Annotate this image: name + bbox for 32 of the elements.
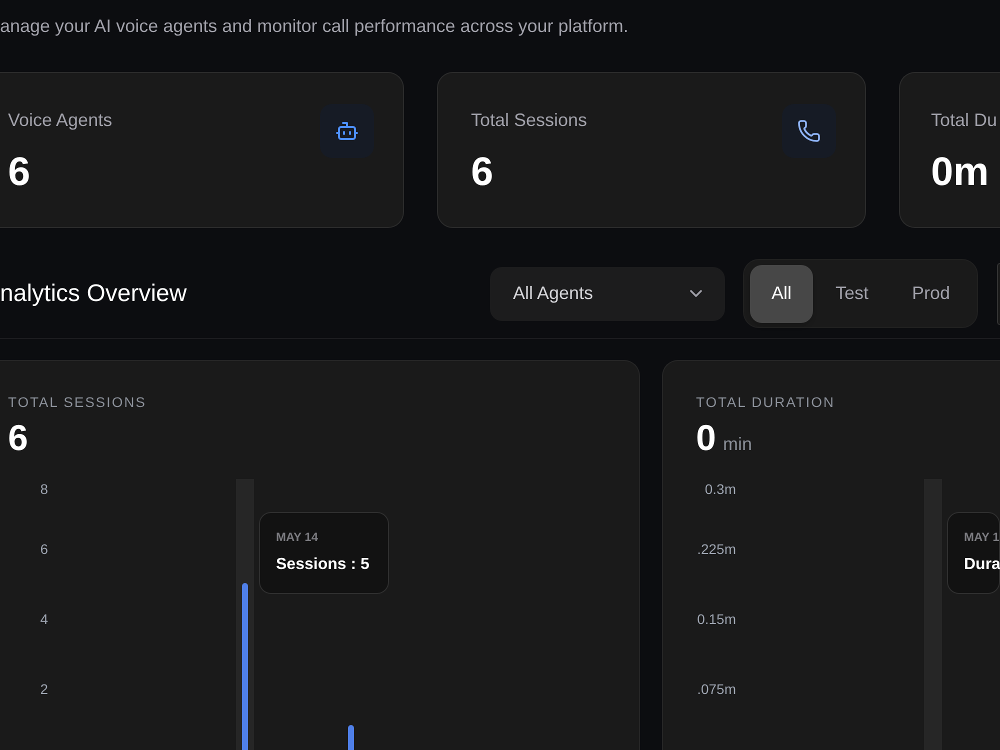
tooltip-date: MAY 14 [276, 529, 318, 545]
agent-dropdown[interactable]: All Agents [490, 266, 725, 320]
environment-tab[interactable]: Test [813, 264, 891, 322]
stat-label: Total Sessions [471, 109, 588, 132]
chart-total: 6 [8, 418, 28, 458]
y-axis-tick-label: 4 [40, 611, 48, 627]
chevron-down-icon [690, 290, 702, 297]
stat-value: 6 [8, 149, 32, 196]
y-axis-tick-label: 8 [40, 481, 48, 497]
robot-icon [320, 104, 374, 158]
stat-value: 6 [471, 149, 494, 196]
phone-icon [782, 104, 836, 158]
y-axis-tick-label: .225m [697, 541, 736, 557]
tooltip-value: Sessions : 5 [276, 555, 370, 575]
chart-title: TOTAL DURATION [696, 393, 836, 412]
y-axis-tick-label: 0.15m [697, 611, 736, 627]
chart-title: TOTAL SESSIONS [8, 393, 148, 412]
chart-bar [348, 725, 354, 750]
chart-total: 0 [696, 418, 716, 458]
y-axis-tick-label: 0.3m [704, 481, 736, 497]
y-axis-tick-label: 2 [40, 681, 48, 697]
unit-label: min [723, 433, 752, 456]
y-axis-tick-label: .075m [697, 681, 736, 697]
environment-tab[interactable]: Prod [891, 264, 971, 322]
environment-tab[interactable]: All [750, 264, 813, 322]
stat-value: 0m [931, 149, 990, 196]
y-axis-tick-label: 6 [40, 541, 48, 557]
tooltip-date: MAY 1 [964, 529, 1000, 545]
section-title: nalytics Overview [0, 278, 187, 308]
stat-label: Total Du [931, 109, 998, 132]
stat-label: Voice Agents [8, 109, 112, 132]
page-subtitle: anage your AI voice agents and monitor call performance across your platform. [0, 15, 630, 38]
